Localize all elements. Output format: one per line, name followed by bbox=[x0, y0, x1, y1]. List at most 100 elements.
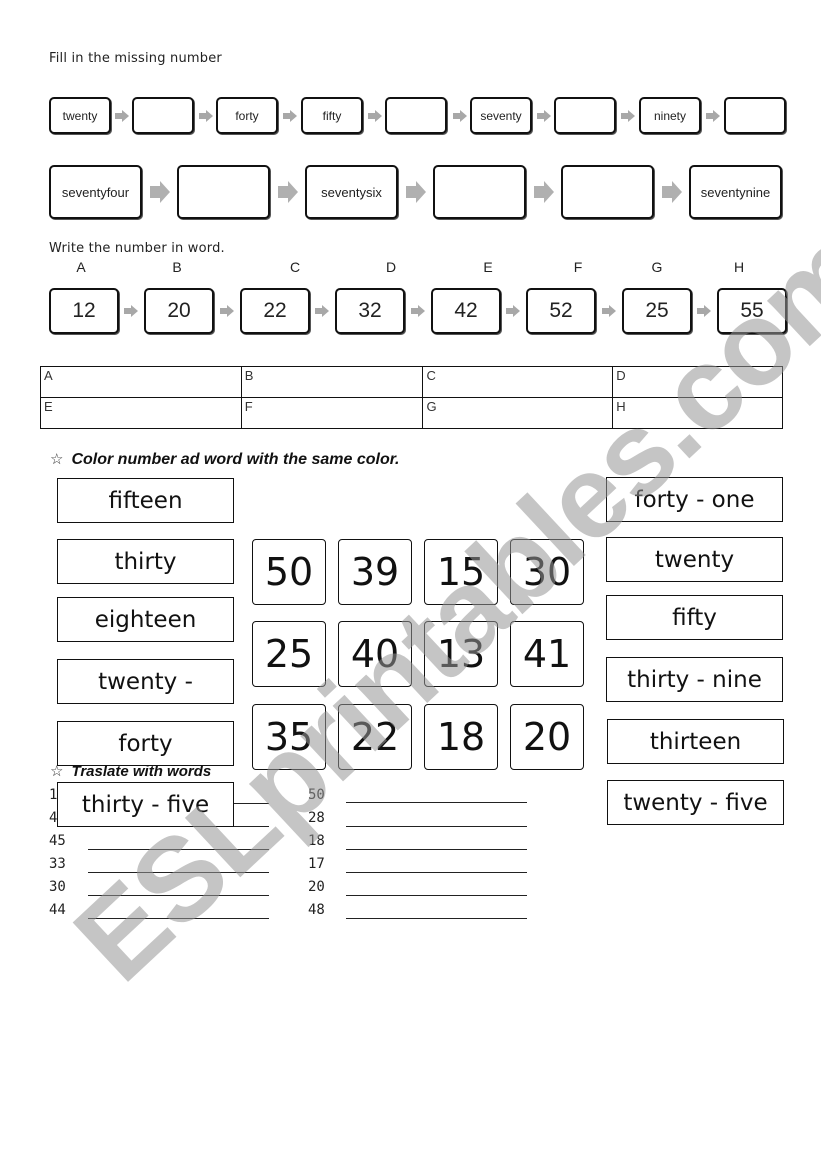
number-box: 52 bbox=[526, 288, 596, 334]
translate-number: 45 bbox=[49, 833, 66, 849]
number-box: 25 bbox=[622, 288, 692, 334]
translate-number: 18 bbox=[308, 833, 325, 849]
sequence-blank-box[interactable] bbox=[177, 165, 270, 219]
answer-line[interactable] bbox=[346, 918, 527, 919]
arrow-right-icon bbox=[506, 305, 520, 317]
table-row: E F G H bbox=[40, 397, 783, 429]
arrow-right-icon bbox=[534, 181, 554, 203]
arrow-right-icon bbox=[115, 110, 129, 122]
answer-cell[interactable]: A bbox=[40, 366, 242, 398]
item-letter: A bbox=[76, 259, 86, 275]
answer-line[interactable] bbox=[346, 895, 527, 896]
number-tile: 35 bbox=[252, 704, 326, 770]
sequence-box: fifty bbox=[301, 97, 363, 134]
sequence-box: seventynine bbox=[689, 165, 782, 219]
number-tile: 15 bbox=[424, 539, 498, 605]
sequence-blank-box[interactable] bbox=[561, 165, 654, 219]
item-letter: C bbox=[289, 259, 301, 275]
answer-cell[interactable]: H bbox=[612, 397, 783, 429]
word-box: forty bbox=[57, 721, 234, 766]
translate-number: 17 bbox=[308, 856, 325, 872]
fill-missing-instruction: Fill in the missing number bbox=[49, 51, 222, 66]
translate-number: 20 bbox=[308, 879, 325, 895]
sequence-box: twenty bbox=[49, 97, 111, 134]
word-box: thirty - five bbox=[57, 782, 234, 827]
translate-number: 50 bbox=[308, 787, 325, 803]
answer-cell[interactable]: C bbox=[422, 366, 614, 398]
sequence-box: forty bbox=[216, 97, 278, 134]
answer-line[interactable] bbox=[346, 872, 527, 873]
sequence-blank-box[interactable] bbox=[385, 97, 447, 134]
color-section-title: ☆ Color number ad word with the same colo… bbox=[50, 450, 400, 469]
answer-line[interactable] bbox=[346, 849, 527, 850]
number-tile: 30 bbox=[510, 539, 584, 605]
translate-section-title: ☆ Traslate with words bbox=[50, 762, 211, 780]
sequence-box: seventysix bbox=[305, 165, 398, 219]
answer-cell[interactable]: D bbox=[612, 366, 783, 398]
sequence-blank-box[interactable] bbox=[724, 97, 786, 134]
item-letter: D bbox=[385, 259, 397, 275]
answer-cell[interactable]: E bbox=[40, 397, 242, 429]
number-tile: 41 bbox=[510, 621, 584, 687]
number-tile: 39 bbox=[338, 539, 412, 605]
number-tile: 22 bbox=[338, 704, 412, 770]
answer-line[interactable] bbox=[346, 826, 527, 827]
translate-section-title-text: Traslate with words bbox=[71, 763, 212, 780]
number-tile: 18 bbox=[424, 704, 498, 770]
sequence-box: seventy bbox=[470, 97, 532, 134]
arrow-right-icon bbox=[150, 181, 170, 203]
sequence-blank-box[interactable] bbox=[433, 165, 526, 219]
answer-line[interactable] bbox=[88, 918, 269, 919]
answer-table: A B C D E F G H bbox=[40, 366, 783, 429]
word-box: fifty bbox=[606, 595, 783, 640]
number-box: 20 bbox=[144, 288, 214, 334]
answer-line[interactable] bbox=[88, 849, 269, 850]
word-box: fifteen bbox=[57, 478, 234, 523]
arrow-right-icon bbox=[453, 110, 467, 122]
answer-cell[interactable]: B bbox=[240, 366, 424, 398]
number-box: 22 bbox=[240, 288, 310, 334]
translate-number: 44 bbox=[49, 902, 66, 918]
arrow-right-icon bbox=[411, 305, 425, 317]
word-box: twenty - five bbox=[607, 780, 784, 825]
item-letter: G bbox=[651, 259, 663, 275]
arrow-right-icon bbox=[406, 181, 426, 203]
arrow-right-icon bbox=[283, 110, 297, 122]
color-section-title-text: Color number ad word with the same color… bbox=[71, 451, 400, 468]
answer-line[interactable] bbox=[88, 895, 269, 896]
word-box: thirty bbox=[57, 539, 234, 584]
arrow-right-icon bbox=[124, 305, 138, 317]
item-letter: H bbox=[733, 259, 745, 275]
sequence-blank-box[interactable] bbox=[554, 97, 616, 134]
translate-number: 30 bbox=[49, 879, 66, 895]
translate-number: 33 bbox=[49, 856, 66, 872]
sequence-blank-box[interactable] bbox=[132, 97, 194, 134]
item-letter: E bbox=[483, 259, 493, 275]
answer-cell[interactable]: G bbox=[422, 397, 614, 429]
table-row: A B C D bbox=[40, 366, 783, 398]
word-box: eighteen bbox=[57, 597, 234, 642]
arrow-right-icon bbox=[220, 305, 234, 317]
word-box: thirteen bbox=[607, 719, 784, 764]
answer-line[interactable] bbox=[88, 872, 269, 873]
number-tile: 25 bbox=[252, 621, 326, 687]
answer-line[interactable] bbox=[346, 802, 527, 803]
sequence-box: ninety bbox=[639, 97, 701, 134]
sequence-box: seventyfour bbox=[49, 165, 142, 219]
arrow-right-icon bbox=[199, 110, 213, 122]
arrow-right-icon bbox=[697, 305, 711, 317]
word-box: twenty - bbox=[57, 659, 234, 704]
number-tile: 40 bbox=[338, 621, 412, 687]
number-tile: 13 bbox=[424, 621, 498, 687]
number-tile: 20 bbox=[510, 704, 584, 770]
star-icon: ☆ bbox=[50, 451, 64, 468]
arrow-right-icon bbox=[368, 110, 382, 122]
item-letter: B bbox=[172, 259, 182, 275]
word-box: twenty bbox=[606, 537, 783, 582]
item-letter: F bbox=[573, 259, 583, 275]
arrow-right-icon bbox=[315, 305, 329, 317]
answer-cell[interactable]: F bbox=[240, 397, 424, 429]
arrow-right-icon bbox=[706, 110, 720, 122]
arrow-right-icon bbox=[662, 181, 682, 203]
number-box: 32 bbox=[335, 288, 405, 334]
